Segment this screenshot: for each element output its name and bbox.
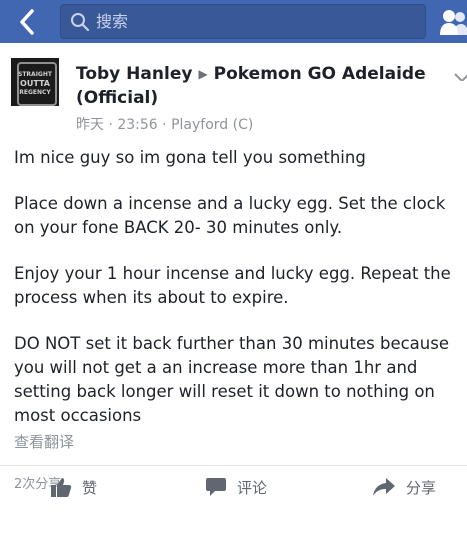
- post-options-button[interactable]: [453, 69, 467, 81]
- post-meta: 昨天 · 23:56 · Playford (C): [76, 117, 254, 133]
- chevron-left-icon: [20, 9, 34, 35]
- post-header: Toby Hanley ▶ Pokemon GO Adelaide (Officia…: [76, 63, 446, 110]
- post-location[interactable]: Playford (C): [171, 117, 253, 133]
- post-paragraph: Enjoy your 1 hour incense and lucky egg.…: [14, 264, 451, 307]
- comment-icon: [206, 478, 226, 496]
- search-box[interactable]: [60, 4, 426, 39]
- share-button[interactable]: 分享: [372, 471, 436, 503]
- top-navigation-bar: [0, 0, 467, 43]
- comment-button[interactable]: 评论: [205, 471, 267, 503]
- back-button[interactable]: [12, 7, 42, 37]
- like-button[interactable]: 赞: [50, 471, 97, 503]
- post-body: Im nice guy so im gona tell you somethin…: [14, 146, 460, 450]
- post-paragraph: DO NOT set it back further than 30 minut…: [14, 334, 449, 425]
- right-arrow-icon: ▶: [198, 67, 208, 81]
- divider: [0, 465, 467, 466]
- author-name[interactable]: Toby Hanley: [76, 64, 192, 84]
- share-arrow-icon: [373, 478, 395, 496]
- avatar[interactable]: STRAIGHT OUTTA REGENCY: [11, 58, 59, 106]
- post-actions: 赞 评论 分享: [0, 471, 467, 503]
- post-paragraph: Im nice guy so im gona tell you somethin…: [14, 148, 366, 167]
- post-date: 昨天: [76, 117, 104, 133]
- search-icon: [71, 13, 90, 32]
- person-icon: [440, 10, 467, 35]
- friends-button[interactable]: [440, 8, 467, 36]
- search-input[interactable]: [96, 4, 416, 39]
- post-paragraph: Place down a incense and a lucky egg. Se…: [14, 194, 446, 237]
- post-time[interactable]: 23:56: [117, 117, 157, 133]
- thumbs-up-icon: [51, 478, 72, 497]
- see-translation-link[interactable]: 查看翻译: [14, 431, 74, 452]
- chevron-down-icon: [454, 73, 467, 81]
